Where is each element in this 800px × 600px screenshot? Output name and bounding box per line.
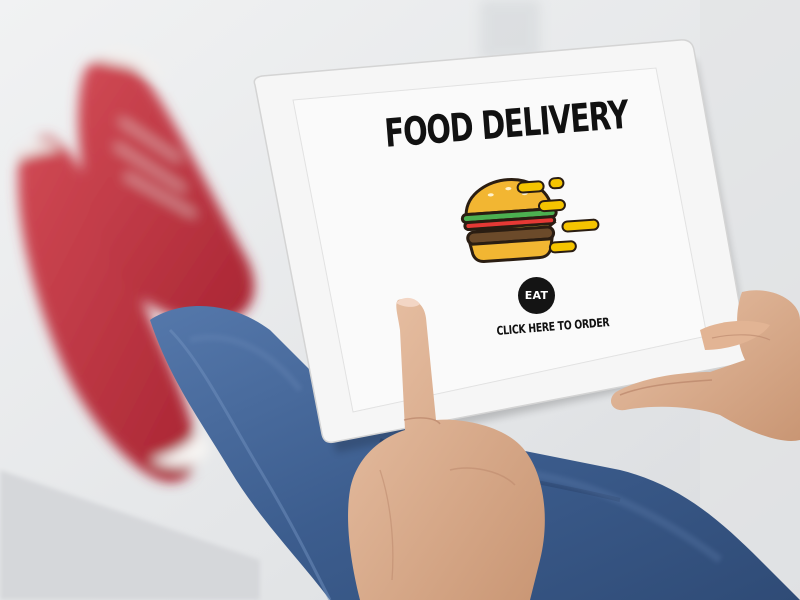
background-photo bbox=[0, 0, 800, 600]
eat-badge[interactable]: EAT bbox=[518, 277, 555, 314]
photo-scene: FOOD DELIVERY EAT CLICK HERE TO ORDER bbox=[0, 0, 800, 600]
